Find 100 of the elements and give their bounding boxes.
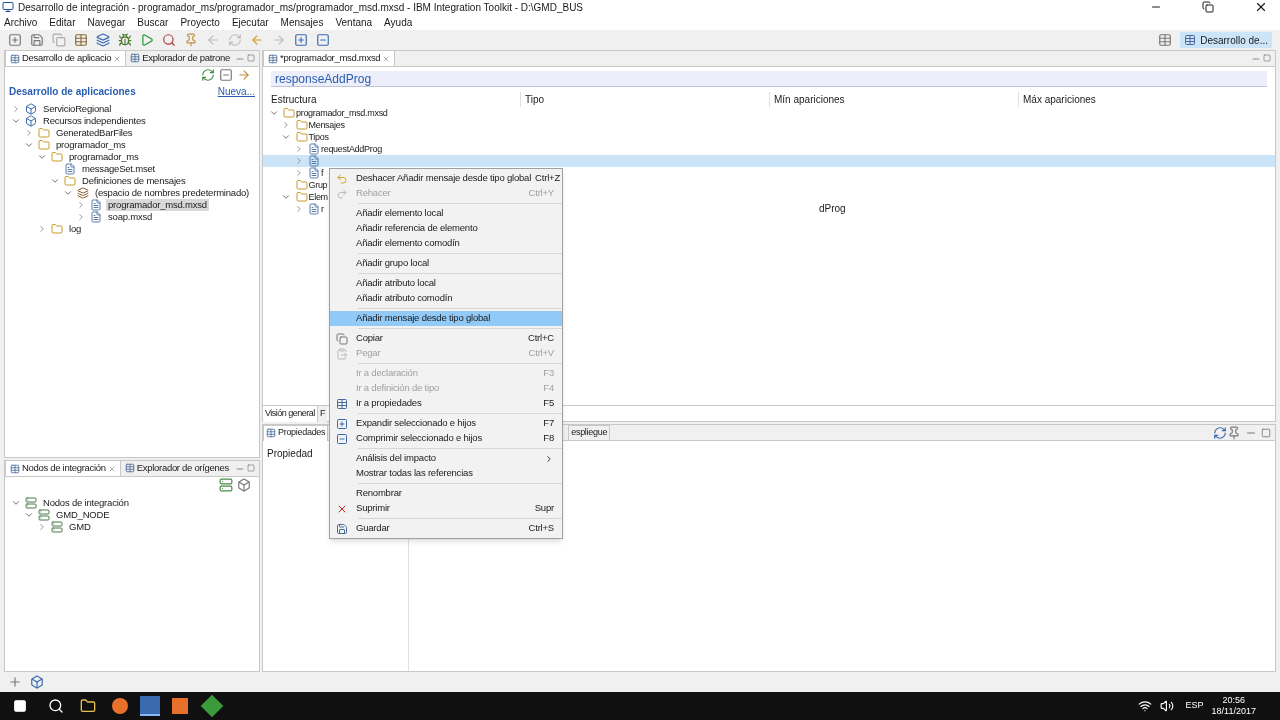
back-icon[interactable] bbox=[206, 33, 220, 47]
add-icon[interactable] bbox=[8, 675, 22, 689]
expanded-chevron-icon[interactable] bbox=[49, 176, 60, 186]
expanded-chevron-icon[interactable] bbox=[281, 132, 291, 142]
copy-icon[interactable] bbox=[52, 33, 66, 47]
panel-tab[interactable]: Explorador de orígenes bbox=[120, 460, 233, 476]
restore-icon[interactable] bbox=[1202, 1, 1214, 13]
editor-tab[interactable]: Visión general bbox=[263, 405, 318, 422]
pin-icon[interactable] bbox=[1227, 425, 1241, 440]
expanded-chevron-icon[interactable] bbox=[62, 188, 73, 198]
tree-item[interactable]: (espacio de nombres predeterminado) bbox=[93, 187, 252, 199]
panel-tab[interactable]: Desarrollo de aplicacio bbox=[5, 50, 127, 66]
table-icon[interactable] bbox=[74, 33, 88, 47]
tree-item[interactable]: GMD_NODE bbox=[54, 509, 112, 521]
menu-item[interactable]: Añadir atributo comodín bbox=[330, 291, 562, 306]
tree-item[interactable]: messageSet.mset bbox=[80, 163, 158, 175]
tree-item[interactable]: programador_msd.mxsd bbox=[296, 107, 388, 119]
menu-item[interactable]: Ventana bbox=[335, 14, 373, 30]
menu-item[interactable]: Ir a propiedades F5 bbox=[330, 396, 562, 411]
collapse-icon[interactable] bbox=[316, 33, 330, 47]
debug-icon[interactable] bbox=[118, 33, 132, 47]
start-icon[interactable] bbox=[13, 699, 27, 713]
maximize-icon[interactable] bbox=[247, 54, 255, 62]
tree-item[interactable]: Mensajes bbox=[308, 119, 345, 131]
tree-item[interactable]: soap.mxsd bbox=[106, 211, 155, 223]
menu-item[interactable]: Añadir grupo local bbox=[330, 256, 562, 271]
forward-icon[interactable] bbox=[272, 33, 286, 47]
tree-item[interactable]: programador_ms bbox=[67, 151, 141, 163]
expanded-chevron-icon[interactable] bbox=[23, 140, 34, 150]
language-indicator[interactable]: ESP bbox=[1185, 699, 1204, 713]
tree-item[interactable]: Definiciones de mensajes bbox=[80, 175, 188, 187]
menu-item[interactable]: Renombrar bbox=[330, 486, 562, 501]
tree-item[interactable]: ServicioRegional bbox=[41, 103, 114, 115]
new-link[interactable]: Nueva... bbox=[217, 83, 255, 99]
menu-item[interactable]: Guardar Ctrl+S bbox=[330, 521, 562, 536]
panel-tab[interactable]: Nodos de integración bbox=[5, 460, 121, 476]
tree-item[interactable]: Recursos independientes bbox=[41, 115, 148, 127]
menu-item[interactable]: Añadir mensaje desde tipo global bbox=[330, 311, 562, 326]
maximize-icon[interactable] bbox=[1263, 54, 1271, 62]
maximize-icon[interactable] bbox=[1261, 427, 1271, 438]
panel-tab[interactable]: espliegue bbox=[568, 424, 611, 441]
menu-item[interactable]: Suprimir Supr bbox=[330, 501, 562, 516]
expanded-chevron-icon[interactable] bbox=[10, 116, 21, 126]
refresh-icon[interactable] bbox=[201, 68, 215, 82]
tree-item[interactable]: log bbox=[67, 223, 84, 235]
close-icon[interactable] bbox=[1254, 0, 1268, 14]
refresh-icon[interactable] bbox=[228, 33, 242, 47]
link-icon[interactable] bbox=[237, 68, 251, 82]
collapse-icon[interactable] bbox=[219, 68, 233, 82]
expanded-chevron-icon[interactable] bbox=[268, 108, 279, 118]
tree-item[interactable]: Grup bbox=[308, 179, 328, 191]
menu-item[interactable]: Mostrar todas las referencias bbox=[330, 466, 562, 481]
menu-item[interactable]: Análisis del impacto bbox=[330, 451, 562, 466]
sync-icon[interactable] bbox=[1213, 425, 1227, 440]
expand-icon[interactable] bbox=[294, 33, 308, 47]
tree-item[interactable]: r bbox=[321, 203, 324, 215]
tree-item[interactable]: GeneratedBarFiles bbox=[54, 127, 135, 139]
menu-item[interactable]: Navegar bbox=[87, 14, 126, 30]
menu-item[interactable]: Comprimir seleccionado e hijos F8 bbox=[330, 431, 562, 446]
expanded-chevron-icon[interactable] bbox=[23, 510, 34, 520]
app-taskbar-icon[interactable] bbox=[140, 696, 160, 716]
new-icon[interactable] bbox=[8, 33, 22, 47]
search-icon[interactable] bbox=[48, 698, 64, 714]
menu-item[interactable]: Editar bbox=[49, 14, 76, 30]
menu-item[interactable]: Proyecto bbox=[180, 14, 220, 30]
menu-item[interactable]: Añadir referencia de elemento bbox=[330, 221, 562, 236]
tree-item[interactable]: programador_msd.mxsd bbox=[106, 199, 209, 211]
panel-tab[interactable]: Explorador de patrone bbox=[126, 50, 234, 66]
panel-tab[interactable]: *programador_msd.mxsd bbox=[263, 50, 396, 66]
menu-item[interactable]: Archivo bbox=[4, 14, 38, 30]
menu-item[interactable]: Ayuda bbox=[384, 14, 413, 30]
expanded-chevron-icon[interactable] bbox=[36, 152, 47, 162]
editor-tab[interactable]: F bbox=[317, 405, 327, 422]
panel-tab[interactable]: Propiedades bbox=[263, 424, 329, 441]
tree-item[interactable]: programador_ms bbox=[54, 139, 128, 151]
tree-item[interactable]: GMD bbox=[67, 521, 93, 533]
server-icon[interactable] bbox=[219, 478, 233, 492]
browser-icon[interactable] bbox=[112, 698, 128, 714]
tree-item[interactable]: f bbox=[321, 167, 324, 179]
collapsed-chevron-icon[interactable] bbox=[281, 120, 291, 130]
tree-item[interactable]: Elem bbox=[308, 191, 328, 203]
expanded-chevron-icon[interactable] bbox=[281, 192, 291, 202]
pin-icon[interactable] bbox=[184, 33, 198, 47]
tree-item[interactable]: Tipos bbox=[308, 131, 329, 143]
tree-item[interactable]: Nodos de integración bbox=[41, 497, 131, 509]
menu-item[interactable]: Añadir elemento local bbox=[330, 206, 562, 221]
menu-item[interactable]: Ejecutar bbox=[231, 14, 269, 30]
maximize-icon[interactable] bbox=[247, 464, 255, 472]
menu-item[interactable]: Mensajes bbox=[280, 14, 324, 30]
menu-item[interactable]: Añadir elemento comodín bbox=[330, 236, 562, 251]
tree-item[interactable]: requestAddProg bbox=[321, 143, 382, 155]
menu-item[interactable]: Buscar bbox=[137, 14, 169, 30]
menu-item[interactable]: Expandir seleccionado e hijos F7 bbox=[330, 416, 562, 431]
menu-item[interactable]: Añadir atributo local bbox=[330, 276, 562, 291]
perspective-button[interactable]: Desarrollo de... bbox=[1180, 32, 1272, 48]
perspective-icon[interactable] bbox=[1158, 33, 1173, 47]
menu-item[interactable]: Deshacer Añadir mensaje desde tipo global Ctrl+Z bbox=[330, 171, 562, 186]
expanded-chevron-icon[interactable] bbox=[10, 498, 21, 508]
folder-icon[interactable] bbox=[80, 698, 96, 714]
layers-icon[interactable] bbox=[96, 33, 110, 47]
